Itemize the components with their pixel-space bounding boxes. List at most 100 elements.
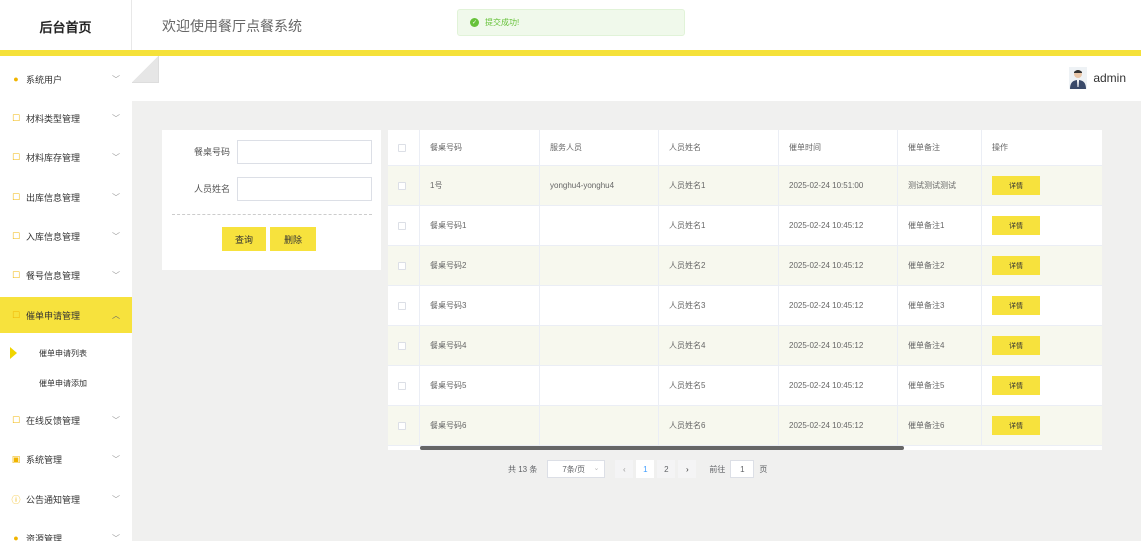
table-cell: 2025-02-24 10:45:12 bbox=[779, 366, 898, 405]
check-circle-icon: ✓ bbox=[470, 18, 479, 27]
brand-home-link[interactable]: 后台首页 bbox=[0, 0, 132, 52]
sidebar-item[interactable]: ☐ 餐号信息管理 ﹀ bbox=[0, 257, 132, 293]
current-marker-icon bbox=[10, 347, 17, 359]
table-cell: 2025-02-24 10:45:12 bbox=[779, 406, 898, 445]
table-cell: 人员姓名1 bbox=[659, 206, 779, 245]
avatar bbox=[1069, 67, 1088, 89]
next-page-button[interactable]: › bbox=[678, 460, 697, 478]
sidebar-item[interactable]: ● 系统用户 ﹀ bbox=[0, 61, 132, 97]
horizontal-scrollbar[interactable] bbox=[420, 446, 904, 450]
row-checkbox[interactable] bbox=[398, 421, 406, 430]
filter-panel: 餐桌号码 人员姓名 查询 删除 bbox=[162, 130, 381, 270]
detail-button[interactable]: 详情 bbox=[992, 256, 1040, 275]
sidebar-item[interactable]: ☐ 材料类型管理 ﹀ bbox=[0, 100, 132, 136]
welcome-text: 欢迎使用餐厅点餐系统 bbox=[162, 18, 302, 34]
row-checkbox[interactable] bbox=[398, 261, 406, 270]
column-header: 操作 bbox=[992, 143, 1008, 152]
detail-button[interactable]: 详情 bbox=[992, 416, 1040, 435]
actions-cell: 详情 bbox=[982, 246, 1102, 285]
row-checkbox[interactable] bbox=[398, 181, 406, 190]
table-cell: 2025-02-24 10:45:12 bbox=[779, 206, 898, 245]
page-number[interactable]: 2 bbox=[657, 460, 676, 478]
delete-button[interactable]: 删除 bbox=[270, 227, 316, 251]
column-header[interactable]: 催单备注 bbox=[898, 130, 982, 165]
sidebar-item[interactable]: ☐ 催单申请管理 ︿ bbox=[0, 297, 132, 333]
page-number[interactable]: 1 bbox=[636, 460, 655, 478]
checkbox-cell bbox=[388, 166, 420, 205]
table-no-input[interactable] bbox=[237, 140, 372, 164]
table-row[interactable]: 餐桌号码6 人员姓名6 2025-02-24 10:45:12 催单备注6 详情 bbox=[388, 406, 1102, 446]
row-checkbox[interactable] bbox=[398, 381, 406, 390]
sidebar-subitem[interactable]: 催单申请列表 bbox=[0, 338, 132, 368]
user-icon: ● bbox=[13, 74, 19, 84]
table-row[interactable]: 餐桌号码2 人员姓名2 2025-02-24 10:45:12 催单备注2 详情 bbox=[388, 246, 1102, 286]
select-all-checkbox[interactable] bbox=[398, 143, 406, 152]
page-size-value: 7条/页 bbox=[562, 464, 586, 474]
user-icon: ● bbox=[13, 533, 19, 541]
sidebar-item[interactable]: ⓘ 公告通知管理 ﹀ bbox=[0, 481, 132, 517]
edit-icon: ☐ bbox=[11, 230, 21, 241]
page-size-select[interactable]: 7条/页 ⌄ bbox=[547, 460, 606, 478]
row-checkbox[interactable] bbox=[398, 341, 406, 350]
collapse-sidebar-toggle[interactable] bbox=[132, 56, 159, 83]
row-checkbox[interactable] bbox=[398, 301, 406, 310]
table-row[interactable]: 餐桌号码1 人员姓名1 2025-02-24 10:45:12 催单备注1 详情 bbox=[388, 206, 1102, 246]
edit-icon: ☐ bbox=[11, 309, 21, 320]
table-cell: 2025-02-24 10:51:00 bbox=[779, 166, 898, 205]
sidebar-item[interactable]: ▣ 系统管理 ﹀ bbox=[0, 441, 132, 477]
table-header-row: 餐桌号码 服务人员 人员姓名 催单时间 催单备注 操作 bbox=[388, 130, 1102, 166]
actions-cell: 详情 bbox=[982, 206, 1102, 245]
table-cell: 餐桌号码5 bbox=[420, 366, 540, 405]
actions-cell: 详情 bbox=[982, 286, 1102, 325]
table-row[interactable]: 餐桌号码4 人员姓名4 2025-02-24 10:45:12 催单备注4 详情 bbox=[388, 326, 1102, 366]
pagination: 共 13 条 7条/页 ⌄ ‹ 1 2 › 前往 1 页 bbox=[508, 460, 767, 478]
sidebar-subitem[interactable]: 催单申请添加 bbox=[0, 368, 132, 398]
sidebar-item-label: 催单申请管理 bbox=[26, 310, 81, 321]
column-header[interactable]: 人员姓名 bbox=[659, 130, 779, 165]
person-name-input[interactable] bbox=[237, 177, 372, 201]
checkbox-cell bbox=[388, 366, 420, 405]
sidebar-item[interactable]: ☐ 在线反馈管理 ﹀ bbox=[0, 402, 132, 438]
info-icon: ⓘ bbox=[11, 494, 21, 505]
checkbox-cell bbox=[388, 406, 420, 445]
edit-icon: ☐ bbox=[11, 269, 21, 280]
detail-button[interactable]: 详情 bbox=[992, 336, 1040, 355]
user-name: admin bbox=[1093, 71, 1126, 85]
table-row[interactable]: 1号 yonghu4-yonghu4 人员姓名1 2025-02-24 10:51:0… bbox=[388, 166, 1102, 206]
detail-button[interactable]: 详情 bbox=[992, 296, 1040, 315]
sidebar-item-label: 资源管理 bbox=[26, 533, 63, 541]
sidebar-subitem-label: 催单申请添加 bbox=[39, 378, 87, 388]
goto-label: 前往 bbox=[709, 464, 726, 474]
detail-button[interactable]: 详情 bbox=[992, 376, 1040, 395]
table-row[interactable]: 餐桌号码3 人员姓名3 2025-02-24 10:45:12 催单备注3 详情 bbox=[388, 286, 1102, 326]
table-cell: 2025-02-24 10:45:12 bbox=[779, 326, 898, 365]
sidebar-item[interactable]: ☐ 出库信息管理 ﹀ bbox=[0, 179, 132, 215]
user-menu[interactable]: admin bbox=[1069, 67, 1126, 89]
table-cell: 催单备注6 bbox=[898, 406, 982, 445]
table-cell bbox=[540, 406, 659, 445]
column-header[interactable]: 服务人员 bbox=[540, 130, 659, 165]
prev-page-button[interactable]: ‹ bbox=[615, 460, 634, 478]
sidebar-item[interactable]: ☐ 材料库存管理 ﹀ bbox=[0, 139, 132, 175]
column-header[interactable]: 餐桌号码 bbox=[420, 130, 540, 165]
sidebar-item[interactable]: ☐ 入库信息管理 ﹀ bbox=[0, 218, 132, 254]
sidebar-item-label: 系统用户 bbox=[26, 74, 63, 85]
table-cell: 测试测试测试 bbox=[898, 166, 982, 205]
chevron-down-icon: ﹀ bbox=[112, 75, 120, 84]
goto-page-input[interactable]: 1 bbox=[730, 460, 755, 478]
picture-icon: ▣ bbox=[11, 453, 21, 464]
row-checkbox[interactable] bbox=[398, 221, 406, 230]
person-name-label: 人员姓名 bbox=[193, 184, 230, 194]
table-row[interactable]: 餐桌号码5 人员姓名5 2025-02-24 10:45:12 催单备注5 详情 bbox=[388, 366, 1102, 406]
filter-row-person: 人员姓名 bbox=[162, 177, 381, 201]
detail-button[interactable]: 详情 bbox=[992, 176, 1040, 195]
column-header[interactable]: 催单时间 bbox=[779, 130, 898, 165]
filter-divider bbox=[172, 214, 372, 215]
data-table: 餐桌号码 服务人员 人员姓名 催单时间 催单备注 操作 1号 yonghu4-yo… bbox=[388, 130, 1102, 450]
checkbox-cell bbox=[388, 326, 420, 365]
sidebar-item[interactable]: ● 资源管理 ﹀ bbox=[0, 520, 132, 541]
table-cell: 人员姓名2 bbox=[659, 246, 779, 285]
query-button[interactable]: 查询 bbox=[222, 227, 266, 251]
detail-button[interactable]: 详情 bbox=[992, 216, 1040, 235]
table-cell: 人员姓名4 bbox=[659, 326, 779, 365]
